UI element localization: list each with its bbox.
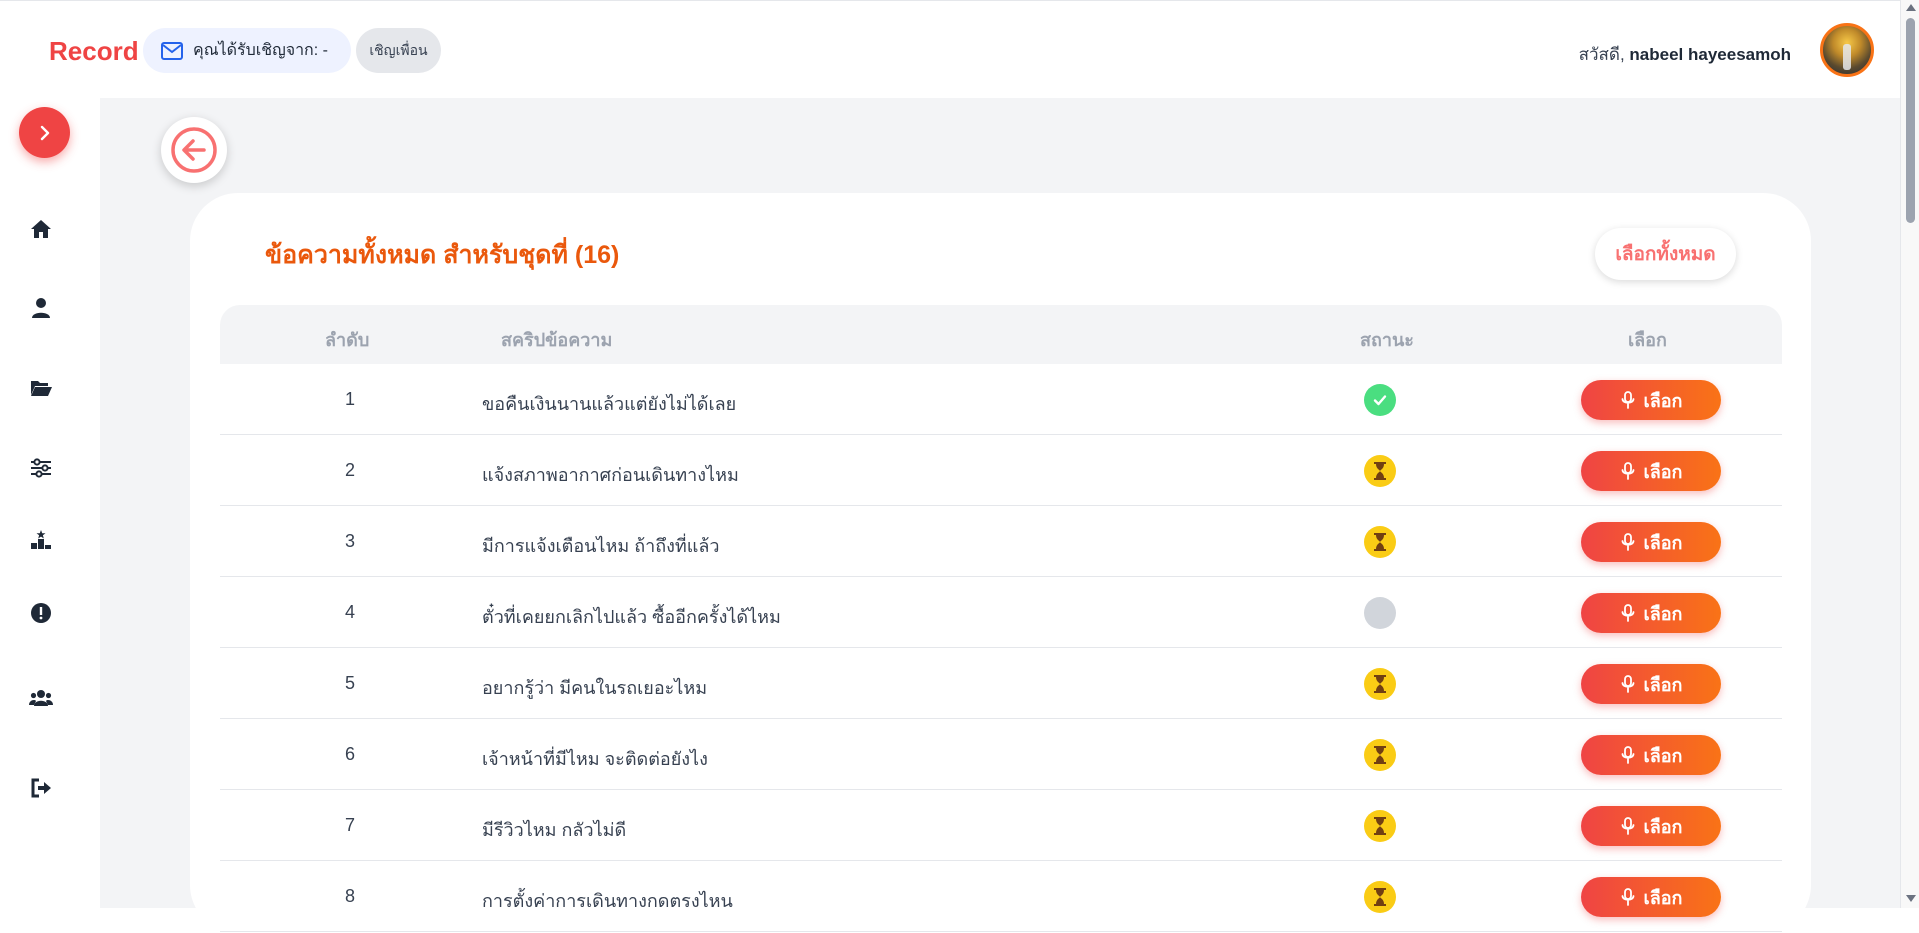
record-select-button[interactable]: เลือก <box>1581 593 1721 633</box>
table-header: ลำดับ สคริปข้อความ สถานะ เลือก <box>220 305 1782 364</box>
sliders-icon <box>31 458 51 478</box>
row-script-text: มีรีวิวไหม กลัวไม่ดี <box>482 820 627 840</box>
table-row: 4 ตั๋วที่เคยยกเลิกไปแล้ว ซื้ออีกครั้งได้ไ… <box>220 577 1782 648</box>
sidebar-item-profile[interactable] <box>27 294 55 322</box>
row-number: 7 <box>344 815 355 835</box>
back-button[interactable] <box>161 117 227 183</box>
status-pending-hourglass-icon <box>1364 881 1396 913</box>
sidebar-toggle-button[interactable] <box>19 107 70 158</box>
row-script-text: ขอคืนเงินนานแล้วแต่ยังไม่ได้เลย <box>482 394 737 414</box>
status-pending-hourglass-icon <box>1364 526 1396 558</box>
table-row: 2 แจ้งสภาพอากาศก่อนเดินทางไหม เลือก <box>220 435 1782 506</box>
row-number: 3 <box>344 531 355 551</box>
logout-icon <box>31 778 51 798</box>
folder-open-icon <box>31 381 52 396</box>
record-select-button[interactable]: เลือก <box>1581 806 1721 846</box>
page-title: ข้อความทั้งหมด สำหรับชุดที่ (16) <box>265 241 620 269</box>
microphone-icon <box>1621 604 1634 622</box>
top-bar: Record คุณได้รับเชิญจาก: - เชิญเพื่อน สว… <box>0 0 1900 98</box>
column-header-script: สคริปข้อความ <box>501 330 613 350</box>
chevron-right-icon <box>40 125 49 140</box>
scroll-down-arrow-icon[interactable] <box>1906 895 1916 902</box>
alert-icon <box>31 603 51 623</box>
scroll-thumb[interactable] <box>1906 18 1915 223</box>
row-script-text: อยากรู้ว่า มีคนในรถเยอะไหม <box>482 678 708 698</box>
microphone-icon <box>1621 888 1634 906</box>
microphone-icon <box>1621 462 1634 480</box>
microphone-icon <box>1621 533 1634 551</box>
sidebar-item-logout[interactable] <box>27 774 55 802</box>
row-number: 4 <box>344 602 355 622</box>
row-script-text: มีการแจ้งเตือนไหม ถ้าถึงที่แล้ว <box>482 536 720 556</box>
microphone-icon <box>1621 675 1634 693</box>
microphone-icon <box>1621 817 1634 835</box>
record-select-button[interactable]: เลือก <box>1581 664 1721 704</box>
microphone-icon <box>1621 746 1634 764</box>
mail-icon <box>161 41 183 60</box>
messages-table: ลำดับ สคริปข้อความ สถานะ เลือก 1 ขอคืนเงิ… <box>220 305 1782 932</box>
status-not-recorded-icon <box>1364 597 1396 629</box>
user-icon <box>32 298 50 318</box>
home-icon <box>31 220 51 238</box>
page-scrollbar[interactable] <box>1900 0 1919 908</box>
row-number: 2 <box>344 460 355 480</box>
column-header-order: ลำดับ <box>325 330 370 350</box>
sidebar-item-settings[interactable] <box>27 454 55 482</box>
table-row: 8 การตั้งค่าการเดินทางกดตรงไหน เลือก <box>220 861 1782 932</box>
invited-by-text: คุณได้รับเชิญจาก: - <box>193 42 328 59</box>
scroll-up-arrow-icon[interactable] <box>1906 4 1916 11</box>
greeting-prefix: สวัสดี, <box>1578 45 1625 64</box>
sidebar-item-report[interactable] <box>27 599 55 627</box>
user-greeting: สวัสดี, nabeel hayeesamoh <box>1579 41 1791 68</box>
record-select-button[interactable]: เลือก <box>1581 380 1721 420</box>
arrow-left-icon <box>171 127 217 173</box>
row-script-text: ตั๋วที่เคยยกเลิกไปแล้ว ซื้ออีกครั้งได้ไห… <box>482 607 781 627</box>
record-select-button[interactable]: เลือก <box>1581 522 1721 562</box>
invited-by-badge: คุณได้รับเชิญจาก: - <box>143 28 351 73</box>
row-number: 8 <box>344 886 355 906</box>
user-name: nabeel hayeesamoh <box>1629 45 1791 64</box>
record-select-label: เลือก <box>1643 532 1683 553</box>
column-header-select: เลือก <box>1628 330 1667 350</box>
sidebar-item-leaderboard[interactable] <box>27 526 55 554</box>
invite-friend-button[interactable]: เชิญเพื่อน <box>356 28 441 73</box>
record-select-button[interactable]: เลือก <box>1581 451 1721 491</box>
column-header-status: สถานะ <box>1360 330 1414 350</box>
row-script-text: การตั้งค่าการเดินทางกดตรงไหน <box>482 891 733 911</box>
row-number: 6 <box>344 744 355 764</box>
record-select-label: เลือก <box>1643 745 1683 766</box>
status-pending-hourglass-icon <box>1364 455 1396 487</box>
row-script-text: เจ้าหน้าที่มีไหม จะติดต่อยังไง <box>482 749 708 769</box>
table-row: 7 มีรีวิวไหม กลัวไม่ดี เลือก <box>220 790 1782 861</box>
status-pending-hourglass-icon <box>1364 668 1396 700</box>
sidebar-item-home[interactable] <box>27 215 55 243</box>
record-select-button[interactable]: เลือก <box>1581 735 1721 775</box>
microphone-icon <box>1621 391 1634 409</box>
record-select-label: เลือก <box>1643 887 1683 908</box>
select-all-button[interactable]: เลือกทั้งหมด <box>1595 228 1736 280</box>
record-select-label: เลือก <box>1643 674 1683 695</box>
table-row: 6 เจ้าหน้าที่มีไหม จะติดต่อยังไง เลือก <box>220 719 1782 790</box>
row-script-text: แจ้งสภาพอากาศก่อนเดินทางไหม <box>482 465 739 485</box>
table-row: 1 ขอคืนเงินนานแล้วแต่ยังไม่ได้เลย เลือก <box>220 364 1782 435</box>
row-number: 1 <box>344 389 355 409</box>
table-row: 5 อยากรู้ว่า มีคนในรถเยอะไหม เลือก <box>220 648 1782 719</box>
sidebar-item-folders[interactable] <box>27 374 55 402</box>
status-done-check-icon <box>1364 384 1396 416</box>
row-number: 5 <box>344 673 355 693</box>
avatar[interactable] <box>1820 23 1874 77</box>
status-pending-hourglass-icon <box>1364 739 1396 771</box>
record-select-label: เลือก <box>1643 603 1683 624</box>
record-select-label: เลือก <box>1643 461 1683 482</box>
record-select-button[interactable]: เลือก <box>1581 877 1721 917</box>
status-pending-hourglass-icon <box>1364 810 1396 842</box>
leaderboard-icon <box>31 530 51 549</box>
brand-logo[interactable]: Record <box>49 36 139 67</box>
table-row: 3 มีการแจ้งเตือนไหม ถ้าถึงที่แล้ว เลือก <box>220 506 1782 577</box>
sidebar-item-team[interactable] <box>27 684 55 712</box>
record-select-label: เลือก <box>1643 816 1683 837</box>
record-select-label: เลือก <box>1643 390 1683 411</box>
users-icon <box>29 690 53 706</box>
